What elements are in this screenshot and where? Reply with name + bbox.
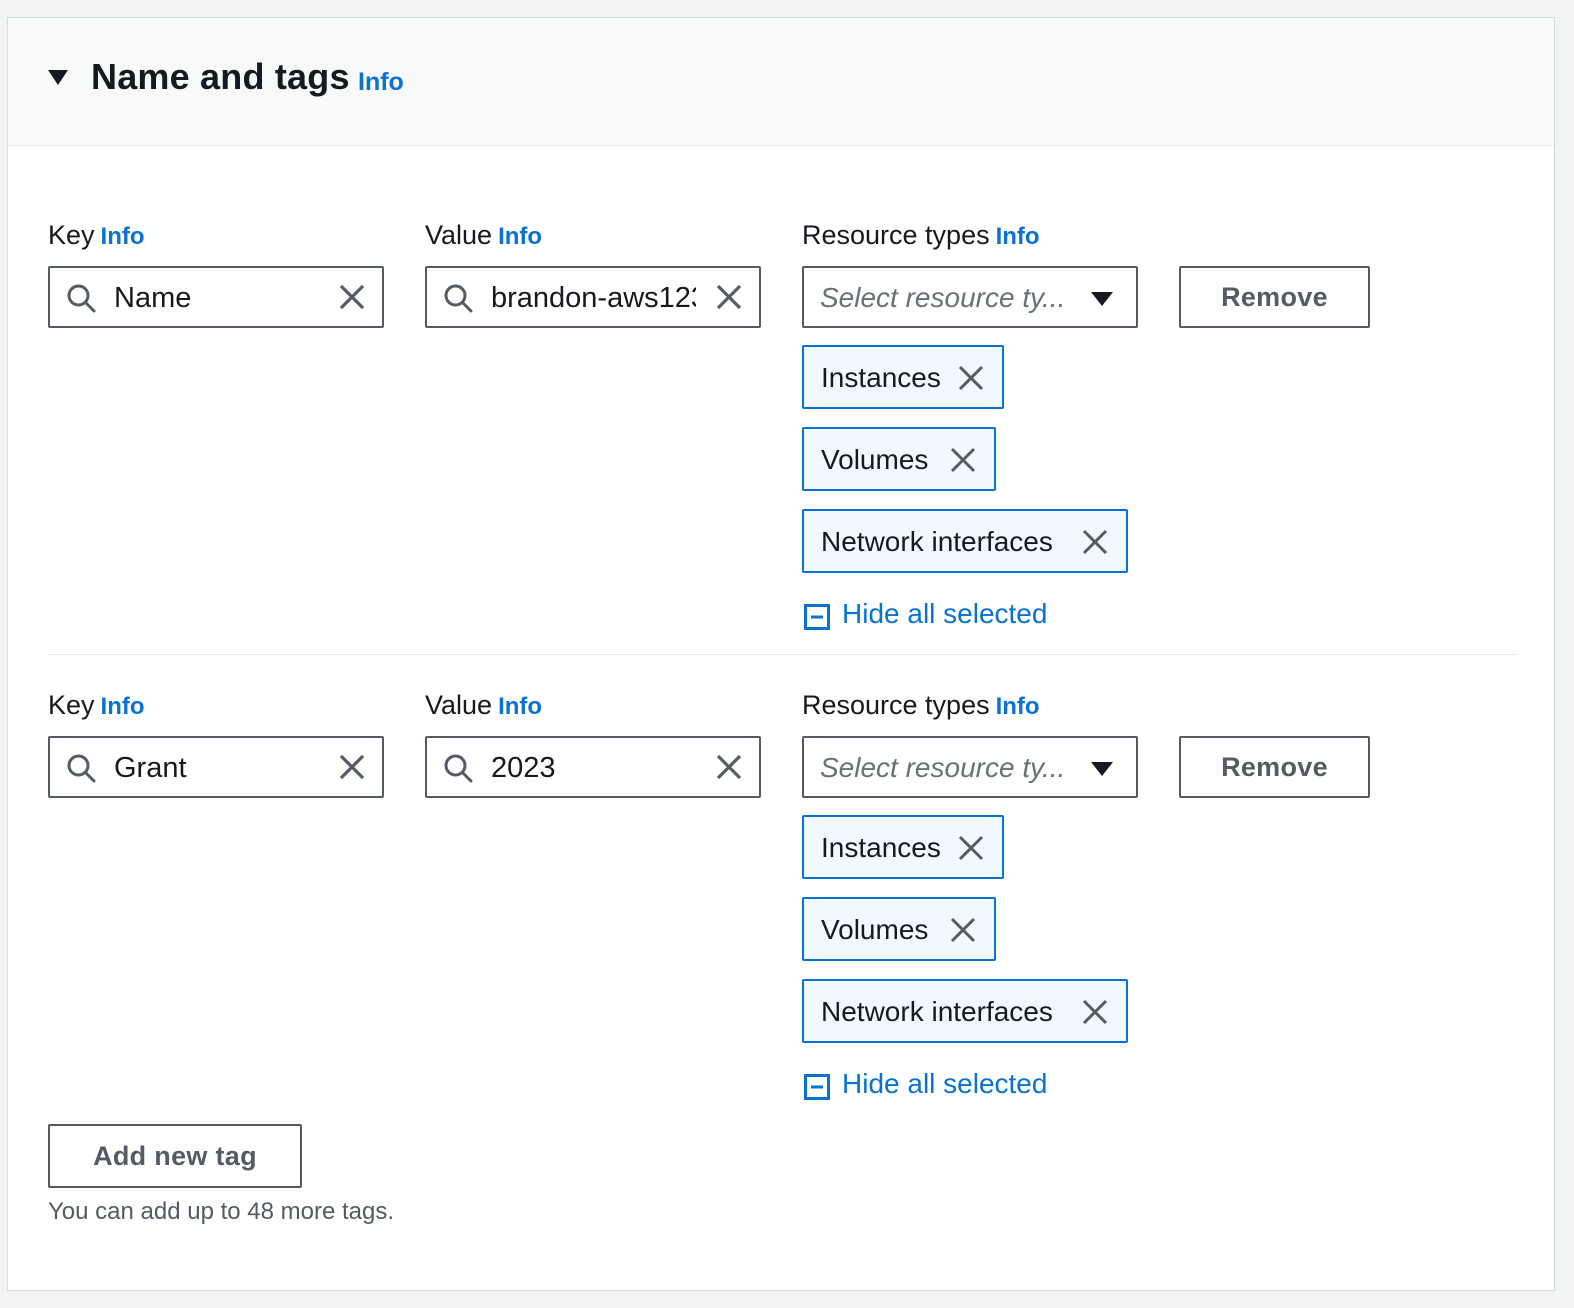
token-label: Network interfaces (821, 996, 1053, 1027)
close-icon[interactable] (949, 446, 977, 474)
resource-types-info-link[interactable]: Info (996, 223, 1040, 250)
resource-token: Instances (802, 815, 1004, 879)
key-input[interactable]: Name (48, 266, 384, 328)
collapse-square-icon (804, 1074, 830, 1100)
resource-types-label: Resource types Info (802, 220, 1040, 251)
key-info-link[interactable]: Info (101, 223, 145, 250)
key-input[interactable]: Grant (48, 736, 384, 798)
resource-types-select[interactable]: Select resource ty... (802, 266, 1138, 328)
key-label: Key Info (48, 690, 145, 721)
token-label: Instances (821, 362, 941, 393)
caret-down-icon[interactable] (1091, 292, 1113, 306)
key-label-text: Key (48, 690, 95, 720)
value-input-value[interactable]: brandon-aws123 (491, 282, 696, 315)
collapse-square-icon (804, 604, 830, 630)
value-input-value[interactable]: 2023 (491, 752, 701, 785)
token-label: Volumes (821, 444, 929, 475)
value-label-text: Value (425, 690, 493, 720)
close-icon[interactable] (957, 834, 985, 862)
value-info-link[interactable]: Info (498, 693, 542, 720)
value-label: Value Info (425, 220, 542, 251)
resource-token: Volumes (802, 427, 996, 491)
value-info-link[interactable]: Info (498, 223, 542, 250)
key-input-value[interactable]: Name (114, 282, 324, 315)
resource-types-label-text: Resource types (802, 220, 990, 250)
section-info-link[interactable]: Info (358, 68, 404, 97)
hide-all-selected-label[interactable]: Hide all selected (842, 1068, 1047, 1100)
resource-token: Volumes (802, 897, 996, 961)
tag-limit-text: You can add up to 48 more tags. (48, 1198, 395, 1225)
tag-divider (48, 654, 1516, 655)
key-label-text: Key (48, 220, 95, 250)
hide-all-selected-link[interactable]: Hide all selected (804, 1068, 1064, 1104)
key-input-value[interactable]: Grant (114, 752, 324, 785)
value-input[interactable]: 2023 (425, 736, 761, 798)
hide-all-selected-label[interactable]: Hide all selected (842, 598, 1047, 630)
close-icon[interactable] (957, 364, 985, 392)
close-icon[interactable] (714, 282, 744, 312)
search-icon (67, 754, 96, 783)
resource-types-info-link[interactable]: Info (996, 693, 1040, 720)
remove-button[interactable]: Remove (1179, 736, 1370, 798)
add-new-tag-button[interactable]: Add new tag (48, 1124, 302, 1188)
resource-types-label-text: Resource types (802, 690, 990, 720)
resource-types-placeholder: Select resource ty... (820, 752, 1066, 783)
caret-down-icon[interactable] (1091, 762, 1113, 776)
resource-token: Instances (802, 345, 1004, 409)
value-label: Value Info (425, 690, 542, 721)
hide-all-selected-link[interactable]: Hide all selected (804, 598, 1064, 634)
value-input[interactable]: brandon-aws123 (425, 266, 761, 328)
close-icon[interactable] (337, 282, 367, 312)
caret-down-icon[interactable] (48, 70, 68, 85)
close-icon[interactable] (714, 752, 744, 782)
close-icon[interactable] (1081, 998, 1109, 1026)
search-icon (444, 284, 473, 313)
close-icon[interactable] (949, 916, 977, 944)
key-label: Key Info (48, 220, 145, 251)
key-info-link[interactable]: Info (101, 693, 145, 720)
section-title: Name and tags (91, 56, 350, 97)
token-label: Volumes (821, 914, 929, 945)
resource-token: Network interfaces (802, 979, 1128, 1043)
panel-header[interactable]: Name and tags Info (8, 18, 1554, 146)
name-and-tags-panel: Name and tags Info Key Info Value Info Res… (7, 17, 1555, 1291)
close-icon[interactable] (1081, 528, 1109, 556)
token-label: Network interfaces (821, 526, 1053, 557)
remove-button[interactable]: Remove (1179, 266, 1370, 328)
search-icon (444, 754, 473, 783)
token-label: Instances (821, 832, 941, 863)
resource-types-placeholder: Select resource ty... (820, 282, 1066, 313)
resource-token: Network interfaces (802, 509, 1128, 573)
resource-types-select[interactable]: Select resource ty... (802, 736, 1138, 798)
resource-types-label: Resource types Info (802, 690, 1040, 721)
search-icon (67, 284, 96, 313)
value-label-text: Value (425, 220, 493, 250)
close-icon[interactable] (337, 752, 367, 782)
